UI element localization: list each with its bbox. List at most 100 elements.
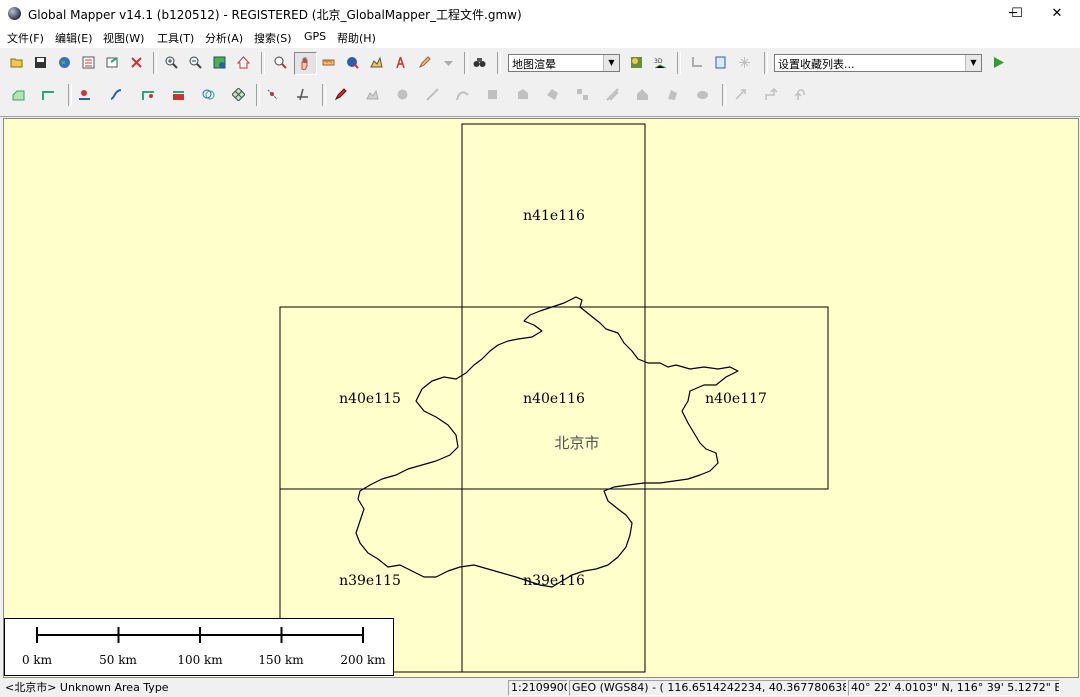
status-scale: 1:2109900: [508, 680, 568, 696]
zoom-full-button[interactable]: [209, 52, 232, 75]
city-label: 北京市: [554, 434, 599, 452]
print-button[interactable]: [710, 52, 733, 75]
zoom-out-button[interactable]: [185, 52, 208, 75]
line-icon: [42, 91, 54, 100]
go-button[interactable]: [988, 52, 1011, 75]
feature-tool-12-button[interactable]: [692, 84, 715, 107]
map-view[interactable]: n41e116 n40e115 n40e116 n40e117 n39e115 …: [3, 118, 1079, 678]
vertex-button[interactable]: [262, 84, 285, 107]
3d-view-button[interactable]: 3D: [650, 52, 673, 75]
globe-icon: [59, 57, 70, 68]
scale-bar: 0 km 50 km 100 km 150 km 200 km: [4, 618, 394, 676]
map-canvas[interactable]: n41e116 n40e115 n40e116 n40e117 n39e115 …: [4, 119, 1078, 677]
rotate-button[interactable]: [730, 84, 753, 107]
magnifier-icon: [274, 56, 287, 69]
zoom-out-icon: [189, 56, 202, 69]
export-button[interactable]: [102, 52, 125, 75]
tile-label-n41e116: n41e116: [523, 208, 585, 224]
close-button[interactable]: ✕: [1034, 0, 1080, 28]
zoom-in-button[interactable]: [161, 52, 184, 75]
tile-label-n39e115: n39e115: [339, 573, 401, 589]
dropdown-tool-button[interactable]: [438, 52, 461, 75]
view-shed-button[interactable]: [390, 52, 413, 75]
home-button[interactable]: [233, 52, 256, 75]
menu-gps[interactable]: GPS: [304, 30, 326, 43]
feature-tool-6-button[interactable]: [512, 84, 535, 107]
status-dms: 40° 22' 4.0103" N, 116° 39' 5.1272" E: [848, 680, 1060, 696]
feature-tool-7-button[interactable]: [542, 84, 565, 107]
save-button[interactable]: [30, 52, 53, 75]
chevron-down-icon: ▼: [965, 55, 981, 71]
menu-file[interactable]: 文件(F): [7, 30, 44, 46]
route-button[interactable]: [106, 84, 129, 107]
save-icon: [35, 57, 46, 68]
feature-tool-1-button[interactable]: [362, 84, 385, 107]
bookmarks-value: 设置收藏列表...: [778, 58, 855, 71]
digitize-area-button[interactable]: [8, 84, 31, 107]
feature-tool-11-button[interactable]: [662, 84, 685, 107]
open-button[interactable]: [6, 52, 29, 75]
status-bar: <北京市> Unknown Area Type 1:2109900 GEO (W…: [0, 679, 1080, 697]
map-icon: [213, 56, 226, 69]
feature-tool-9-button[interactable]: [602, 84, 625, 107]
feature-tool-3-button[interactable]: [422, 84, 445, 107]
attribute-button[interactable]: [330, 84, 353, 107]
select-tool-button[interactable]: [734, 52, 757, 75]
line-edit-button[interactable]: [138, 84, 161, 107]
digitizer-button[interactable]: [414, 52, 437, 75]
menu-tools[interactable]: 工具(T): [157, 30, 194, 46]
title-bar: Global Mapper v14.1 (b120512) - REGISTER…: [0, 0, 1080, 28]
split-button[interactable]: [292, 84, 315, 107]
feature-tool-4-button[interactable]: [452, 84, 475, 107]
export-icon: [106, 57, 118, 68]
menu-view[interactable]: 视图(W): [103, 30, 144, 46]
scale-label-50: 50 km: [99, 653, 137, 667]
zoom-in-icon: [165, 56, 178, 69]
feature-tool-5-button[interactable]: [482, 84, 505, 107]
menu-help[interactable]: 帮助(H): [337, 30, 376, 46]
control-center-button[interactable]: [78, 52, 101, 75]
measure-tool-button[interactable]: [318, 52, 341, 75]
play-icon: [994, 57, 1004, 68]
route-icon: [110, 89, 122, 100]
path-profile-button[interactable]: [366, 52, 389, 75]
split-icon: [297, 88, 308, 101]
move-button[interactable]: [760, 84, 783, 107]
undo-button[interactable]: [790, 84, 813, 107]
shader-button[interactable]: [626, 52, 649, 75]
pan-tool-button[interactable]: [294, 52, 317, 75]
binocular-button[interactable]: [469, 52, 492, 75]
document-icon: [715, 56, 726, 69]
feature-tool-8-button[interactable]: [572, 84, 595, 107]
digitize-line-button[interactable]: [38, 84, 61, 107]
grid-button[interactable]: [228, 84, 251, 107]
web-data-button[interactable]: [54, 52, 77, 75]
ruler-icon: [322, 59, 335, 66]
buffer-button[interactable]: [198, 84, 221, 107]
feature-icon: [366, 89, 379, 100]
home-icon: [237, 56, 250, 69]
zoom-tool-button[interactable]: [270, 52, 293, 75]
line-icon: [426, 88, 439, 101]
render-mode-select[interactable]: 地图渲晕 ▼: [508, 54, 620, 72]
feature-tool-10-button[interactable]: [632, 84, 655, 107]
config-button[interactable]: [126, 52, 149, 75]
create-point-button[interactable]: [74, 84, 97, 107]
raster-tool-button[interactable]: [686, 52, 709, 75]
menu-analysis[interactable]: 分析(A): [205, 30, 243, 46]
area-icon: [12, 90, 25, 101]
menu-bar: 文件(F) 编辑(E) 视图(W) 工具(T) 分析(A) 搜索(S) GPS …: [0, 28, 1080, 48]
menu-search[interactable]: 搜索(S): [254, 30, 292, 46]
feature-tool-2-button[interactable]: [392, 84, 415, 107]
grid-icon: [232, 88, 245, 101]
feature-info-button[interactable]: [342, 52, 365, 75]
window-title: Global Mapper v14.1 (b120512) - REGISTER…: [28, 8, 522, 22]
tile-label-n40e117: n40e117: [705, 391, 767, 407]
sparkle-icon: [739, 57, 750, 68]
shape-icon: [668, 90, 677, 100]
shape-icon: [518, 89, 528, 99]
coordinate-button[interactable]: [168, 84, 191, 107]
scale-label-0: 0 km: [21, 653, 53, 667]
menu-edit[interactable]: 编辑(E): [55, 30, 93, 46]
bookmarks-select[interactable]: 设置收藏列表... ▼: [774, 54, 982, 72]
